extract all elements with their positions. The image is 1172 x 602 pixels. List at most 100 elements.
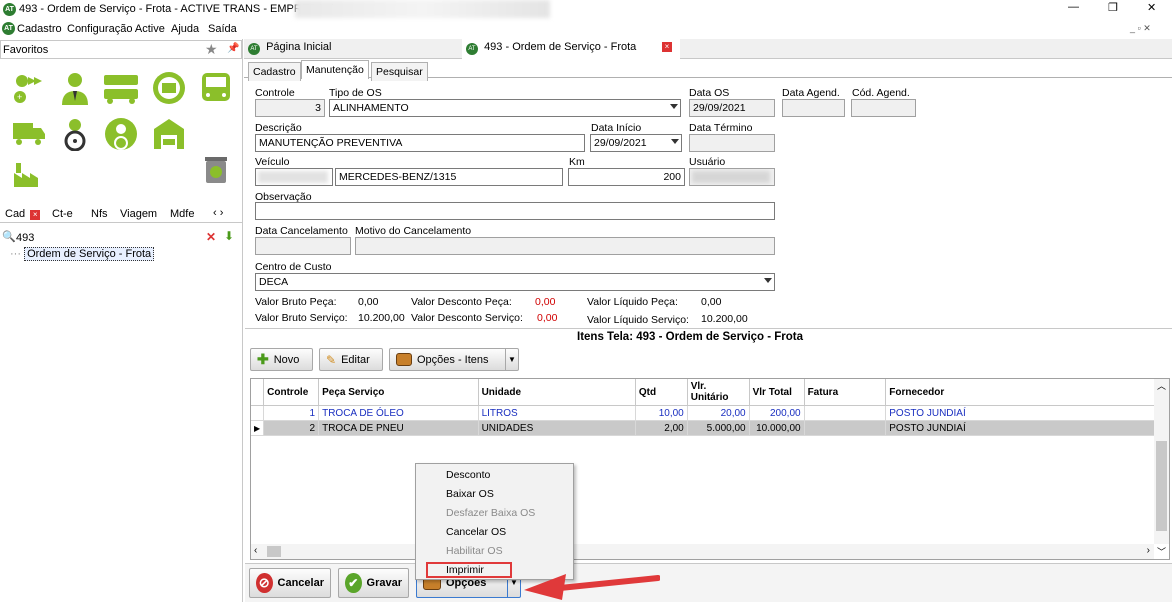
close-button[interactable]: ✕ xyxy=(1147,1,1156,14)
veiculo-model-field[interactable]: MERCEDES-BENZ/1315 xyxy=(335,168,563,186)
vertical-scrollbar[interactable]: ︿ ﹀ xyxy=(1154,379,1169,557)
tabs-scroll-arrows[interactable]: ‹ › xyxy=(213,207,223,219)
scroll-thumb[interactable] xyxy=(1156,441,1167,531)
desconto-peca-value: 0,00 xyxy=(535,296,556,308)
close-tab-icon[interactable]: × xyxy=(30,210,41,220)
scroll-right-icon[interactable]: › xyxy=(1147,545,1150,556)
scroll-down-icon[interactable]: ﹀ xyxy=(1154,545,1169,558)
editar-button[interactable]: ✎ Editar xyxy=(319,348,383,371)
cod-agend-field xyxy=(851,99,916,117)
star-icon[interactable]: ★ xyxy=(205,41,218,58)
tab-pagina-inicial[interactable]: AT Página Inicial xyxy=(248,41,332,55)
novo-button[interactable]: ✚ Novo xyxy=(250,348,313,371)
cell-controle: 2 xyxy=(263,420,320,436)
col-controle[interactable]: Controle xyxy=(263,379,320,406)
close-tab-icon[interactable]: × xyxy=(662,42,672,52)
tree-item[interactable]: ··· Ordem de Serviço - Frota xyxy=(10,247,155,261)
observacao-field[interactable] xyxy=(255,202,775,220)
steering-person-icon[interactable] xyxy=(58,117,92,152)
col-unidade[interactable]: Unidade xyxy=(478,379,636,406)
items-table: Controle Peça Serviço Unidade Qtd Vlr. U… xyxy=(251,379,1156,436)
col-vlr-unitario[interactable]: Vlr. Unitário xyxy=(687,379,750,406)
search-input[interactable]: 493 xyxy=(16,232,34,244)
desconto-peca-label: Valor Desconto Peça: xyxy=(411,296,512,308)
driver-icon[interactable] xyxy=(58,71,92,105)
cell-fatura xyxy=(804,405,887,421)
col-peca-servico[interactable]: Peça Serviço xyxy=(318,379,479,406)
route-add-icon[interactable]: + xyxy=(12,71,46,105)
liquido-peca-value: 0,00 xyxy=(701,296,722,308)
row-pointer-icon: ▶ xyxy=(251,420,265,436)
scroll-thumb-h[interactable] xyxy=(267,546,281,557)
search-icon: 🔍 xyxy=(2,231,16,243)
garage-icon[interactable] xyxy=(152,117,186,151)
truck-icon[interactable] xyxy=(12,117,46,151)
col-fornecedor[interactable]: Fornecedor xyxy=(885,379,1156,406)
menu-item-desconto[interactable]: Desconto xyxy=(416,466,573,485)
editar-label: Editar xyxy=(341,353,370,366)
tab-ordem-servico[interactable]: AT 493 - Ordem de Serviço - Frota × xyxy=(462,39,680,59)
col-vlr-total[interactable]: Vlr Total xyxy=(749,379,805,406)
scroll-left-icon[interactable]: ‹ xyxy=(254,545,257,556)
data-os-field: 29/09/2021 xyxy=(689,99,775,117)
fleet-icon[interactable] xyxy=(102,71,138,105)
title-redaction xyxy=(295,0,550,18)
menu-ajuda[interactable]: Ajuda xyxy=(171,23,199,35)
recycle-bin-icon[interactable] xyxy=(201,155,235,189)
tipo-os-select[interactable]: ALINHAMENTO xyxy=(329,99,681,117)
tab-pagina-inicial-label: Página Inicial xyxy=(266,41,332,53)
chevron-down-icon[interactable] xyxy=(671,139,679,144)
tree-item-label[interactable]: Ordem de Serviço - Frota xyxy=(24,247,155,261)
tab-mdfe[interactable]: Mdfe xyxy=(170,208,194,220)
dropdown-arrow-icon[interactable]: ▼ xyxy=(505,349,518,370)
data-termino-label: Data Término xyxy=(689,122,753,134)
menu-item-baixar-os[interactable]: Baixar OS xyxy=(416,485,573,504)
menu-saida[interactable]: Saída xyxy=(208,23,237,35)
chevron-down-icon[interactable] xyxy=(670,104,678,109)
minimize-button[interactable]: — xyxy=(1068,1,1079,13)
motivo-cancelamento-field xyxy=(355,237,775,255)
descricao-field[interactable]: MANUTENÇÃO PREVENTIVA xyxy=(255,134,585,152)
data-agend-label: Data Agend. xyxy=(782,87,840,99)
factory-icon[interactable] xyxy=(12,157,46,191)
chevron-down-icon[interactable] xyxy=(764,278,772,283)
clear-search-icon[interactable]: ✕ xyxy=(206,230,216,244)
tab-cad[interactable]: Cad × xyxy=(2,207,44,221)
col-qtd[interactable]: Qtd xyxy=(635,379,688,406)
col-fatura[interactable]: Fatura xyxy=(804,379,887,406)
cod-agend-label: Cód. Agend. xyxy=(852,87,910,99)
truck-star-icon[interactable] xyxy=(152,71,186,105)
tab-nfs[interactable]: Nfs xyxy=(91,208,108,220)
mdi-controls[interactable]: _ ▫ ✕ xyxy=(1130,23,1151,34)
km-field[interactable]: 200 xyxy=(568,168,685,186)
cancelar-button[interactable]: ⊘ Cancelar xyxy=(249,568,331,598)
scroll-up-icon[interactable]: ︿ xyxy=(1154,379,1169,392)
cell-unidade: LITROS xyxy=(478,405,636,421)
opcoes-itens-button[interactable]: Opções - Itens ▼ xyxy=(389,348,519,371)
table-row[interactable]: 1 TROCA DE ÓLEO LITROS 10,00 20,00 200,0… xyxy=(251,405,1156,421)
driver-wheel-icon[interactable] xyxy=(104,117,138,151)
menu-item-cancelar-os[interactable]: Cancelar OS xyxy=(416,523,573,542)
data-os-label: Data OS xyxy=(689,87,730,99)
sidebar: Favoritos ★ 📌 + Cad × Ct-e Nfs Viagem Md… xyxy=(0,39,243,602)
restore-button[interactable]: ❐ xyxy=(1108,1,1118,14)
svg-text:+: + xyxy=(17,92,22,102)
data-inicio-field[interactable]: 29/09/2021 xyxy=(590,134,682,152)
horizontal-scrollbar[interactable]: ‹ › xyxy=(251,544,1154,559)
centro-custo-select[interactable]: DECA xyxy=(255,273,775,291)
gravar-button[interactable]: ✔ Gravar xyxy=(338,568,409,598)
tab-cte[interactable]: Ct-e xyxy=(52,208,73,220)
menu-cadastro[interactable]: Cadastro xyxy=(17,23,62,35)
menu-configuracao[interactable]: Configuração Active xyxy=(67,23,165,35)
table-row[interactable]: ▶ 2 TROCA DE PNEU UNIDADES 2,00 5.000,00… xyxy=(251,420,1156,436)
tipo-os-label: Tipo de OS xyxy=(329,87,382,99)
veiculo-plate-field[interactable] xyxy=(255,168,333,186)
filter-down-icon[interactable]: ⬇ xyxy=(224,229,234,243)
tab-viagem[interactable]: Viagem xyxy=(120,208,157,220)
controle-label: Controle xyxy=(255,87,295,99)
cell-qtd: 2,00 xyxy=(635,420,688,436)
tab-manutencao[interactable]: Manutenção xyxy=(301,60,369,79)
cell-peca-servico: TROCA DE ÓLEO xyxy=(318,405,479,421)
pin-icon[interactable]: 📌 xyxy=(227,43,239,54)
bus-icon[interactable] xyxy=(199,71,233,105)
